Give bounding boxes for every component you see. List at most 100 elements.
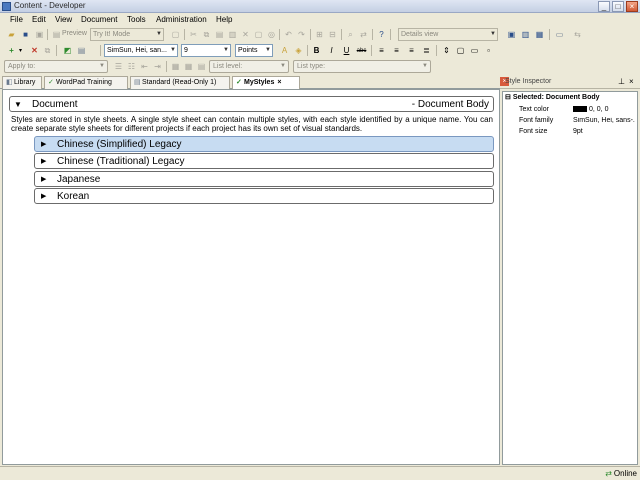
bullet-list-icon[interactable]: ☰ [113,61,124,72]
apply-style-icon[interactable]: ◩ [62,45,73,56]
save-icon[interactable]: ■ [20,29,31,40]
grid-icon[interactable]: ▦ [183,61,194,72]
close-window-button[interactable]: × [626,1,638,12]
find-icon[interactable]: ⌕ [345,29,356,40]
strikethrough-button[interactable]: abc [356,45,367,56]
tab-mystyles[interactable]: ✓ MyStyles × [232,76,300,90]
align-right-icon[interactable]: ≡ [406,45,417,56]
italic-button[interactable]: I [326,45,337,56]
document-node[interactable]: ▼ Document - Document Body [9,96,494,112]
sync-icon[interactable]: ⇆ [572,29,583,40]
menu-file[interactable]: File [10,15,23,24]
padding-icon[interactable]: ▫ [483,45,494,56]
menu-document[interactable]: Document [81,15,117,24]
layout-single-icon[interactable]: ▣ [506,29,517,40]
page-icon[interactable]: ▢ [170,29,181,40]
style-inspector-panel: × Style Inspector ⊥ × ⊟ Selected: Docume… [500,75,640,465]
minimize-button[interactable]: _ [598,1,610,12]
font-size-select[interactable]: 9 ▼ [181,44,231,57]
copy-icon[interactable]: ⧉ [201,29,212,40]
expand-right-icon[interactable]: ▶ [41,157,46,165]
menu-edit[interactable]: Edit [32,15,46,24]
mode-select[interactable]: Try It! Mode ▼ [90,28,164,41]
border-icon[interactable]: ▢ [455,45,466,56]
menu-help[interactable]: Help [216,15,232,24]
outdent-icon[interactable]: ⇤ [139,61,150,72]
maximize-button[interactable]: □ [612,1,624,12]
expand-right-icon[interactable]: ▶ [41,175,46,183]
preview-button[interactable]: Preview [62,30,87,37]
undo-icon[interactable]: ↶ [283,29,294,40]
font-color-icon[interactable]: A [279,45,290,56]
view-select[interactable]: Details view ▼ [398,28,498,41]
help-icon[interactable]: ? [376,29,387,40]
bold-button[interactable]: B [311,45,322,56]
expand-right-icon[interactable]: ▶ [41,192,46,200]
menu-tools[interactable]: Tools [127,15,146,24]
margin-icon[interactable]: ▭ [469,45,480,56]
cut-icon[interactable]: ✂ [188,29,199,40]
apply-to-select[interactable]: Apply to: ▼ [4,60,108,73]
indent-icon[interactable]: ⇥ [152,61,163,72]
delete-style-icon[interactable]: ✕ [29,45,40,56]
link-icon[interactable]: ◎ [266,29,277,40]
remove-icon[interactable]: ⊟ [327,29,338,40]
preview-icon[interactable]: ▤ [51,29,62,40]
menu-view[interactable]: View [55,15,72,24]
property-row[interactable]: Text color 0, 0, 0 [503,104,637,115]
tab-standard-read-only[interactable]: ▤Standard (Read-Only 1) [130,76,230,89]
table-icon[interactable]: ▦ [170,61,181,72]
style-item[interactable]: ▶ Chinese (Simplified) Legacy [34,136,494,152]
style-sheet-icon[interactable]: ▤ [76,45,87,56]
duplicate-icon[interactable]: ▢ [253,29,264,40]
toolbar-separator [279,29,280,40]
justify-icon[interactable]: ≣ [421,45,432,56]
paste-icon[interactable]: ▤ [214,29,225,40]
property-key: Font family [519,117,554,124]
layout-split-icon[interactable]: ▥ [520,29,531,40]
align-left-icon[interactable]: ≡ [376,45,387,56]
style-item[interactable]: ▶ Korean [34,188,494,204]
redo-icon[interactable]: ↷ [296,29,307,40]
replace-icon[interactable]: ⇄ [358,29,369,40]
tab-library[interactable]: ◧Library [2,76,42,89]
list-level-select[interactable]: List level: ▼ [209,60,289,73]
property-row[interactable]: Font size 9pt [503,126,637,137]
layout-columns-icon[interactable]: ▦ [534,29,545,40]
style-item[interactable]: ▶ Japanese [34,171,494,187]
list-toolbar: Apply to: ▼ ☰ ☷ ⇤ ⇥ ▦ ▦ ▤ List level: ▼ Li… [0,59,640,74]
paste-special-icon[interactable]: ▥ [227,29,238,40]
inspector-selected[interactable]: ⊟ Selected: Document Body [505,93,600,101]
align-center-icon[interactable]: ≡ [391,45,402,56]
window-icon[interactable]: ▭ [554,29,565,40]
pin-icon[interactable]: ⊥ [618,77,625,86]
font-family-select[interactable]: SimSun, Hei, san... ▼ [104,44,178,57]
property-value: SimSun, Hei, sans-... [573,117,635,124]
copy-style-icon[interactable]: ⧉ [42,45,53,56]
open-folder-icon[interactable]: ▰ [6,29,17,40]
underline-button[interactable]: U [341,45,352,56]
close-tab-button[interactable]: × [277,79,281,86]
tab-wordpad-training[interactable]: ✓ WordPad Training [44,76,128,89]
fill-color-icon[interactable]: ◈ [293,45,304,56]
style-item[interactable]: ▶ Chinese (Traditional) Legacy [34,153,494,169]
list-style-icon[interactable]: ▤ [196,61,207,72]
property-row[interactable]: Font family SimSun, Hei, sans-... [503,115,637,126]
spacing-icon[interactable]: ⇕ [441,45,452,56]
close-panel-icon[interactable]: × [629,77,634,86]
document-node-label: Document [32,99,78,110]
unit-select[interactable]: Points ▼ [235,44,273,57]
list-type-select[interactable]: List type: ▼ [293,60,431,73]
expand-right-icon[interactable]: ▶ [41,140,46,148]
expand-down-icon[interactable]: ▼ [14,100,22,109]
toolbar-separator [390,29,391,40]
save-all-icon[interactable]: ▣ [34,29,45,40]
chevron-down-icon[interactable]: ▾ [15,45,26,56]
delete-icon[interactable]: ✕ [240,29,251,40]
add-icon[interactable]: ⊞ [314,29,325,40]
doc-icon: ▤ [134,79,141,86]
numbered-list-icon[interactable]: ☷ [126,61,137,72]
collapse-icon[interactable]: ⊟ [505,94,513,101]
font-family-value: SimSun, Hei, san... [107,47,167,54]
menu-administration[interactable]: Administration [156,15,207,24]
